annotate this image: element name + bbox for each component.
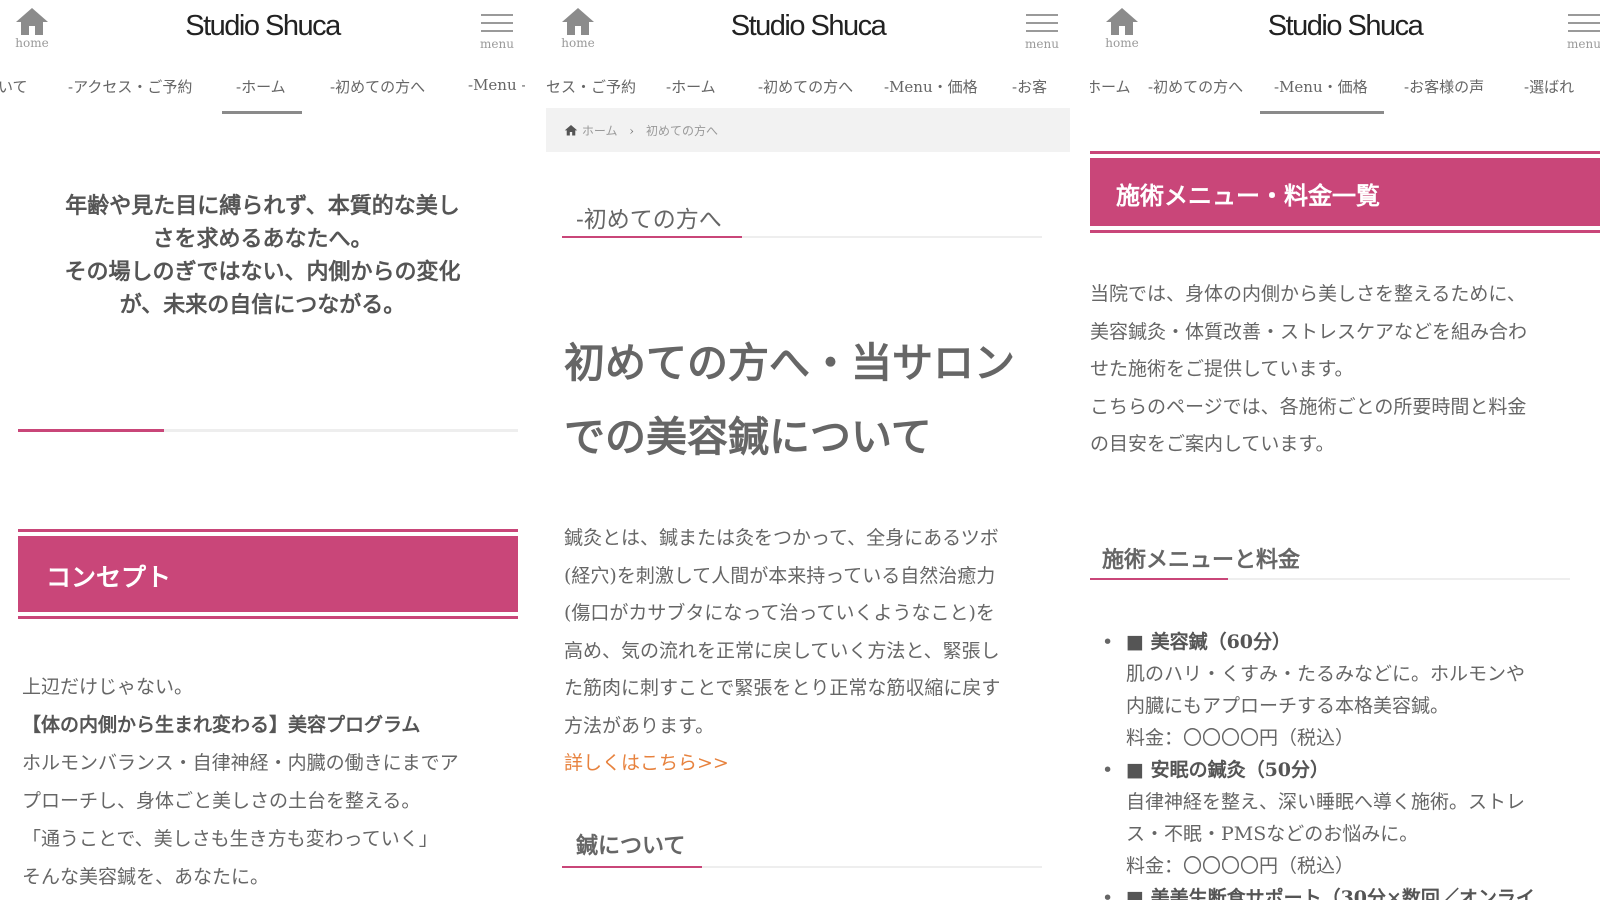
divider — [1090, 578, 1570, 580]
body-line: 上辺だけじゃない。 — [22, 676, 194, 698]
panel-menu-price: home Studio Shuca menu ホーム -初めての方へ -Menu… — [1090, 0, 1600, 900]
menu-intro: 当院では、身体の内側から美しさを整えるために、 美容鍼灸・体質改善・ストレスケア… — [1090, 276, 1600, 464]
hamburger-menu-icon — [1026, 14, 1058, 32]
panel-home: home Studio Shuca menu いて -アクセス・ご予約 -ホーム… — [0, 0, 525, 900]
divider — [562, 866, 1042, 868]
body-line: (経穴)を刺激して人間が本来持っている自然治癒力 — [564, 564, 996, 587]
panel-first-time: home Studio Shuca menu セス・ご予約 -ホーム -初めての… — [546, 0, 1070, 900]
nav-bar: ホーム -初めての方へ -Menu・価格 -お客様の声 -選ばれ — [1090, 62, 1600, 114]
nav-item-menu[interactable]: -Menu・価格 — [884, 76, 978, 111]
menu-item-title: ■ 美容鍼（60分） — [1126, 631, 1292, 653]
list-item: • ■ 美容鍼（60分） 肌のハリ・くすみ・たるみなどに。ホルモンや 内臓にもア… — [1100, 626, 1600, 754]
menu-item-title: ■ 安眠の鍼灸（50分） — [1126, 759, 1330, 781]
body-line: 高め、気の流れを正常に戻していく方法と、緊張し — [564, 639, 1000, 662]
read-more-link[interactable]: 詳しくはこちら>> — [564, 745, 1064, 783]
body-line: (傷口がカサブタになって治っていくようなこと)を — [564, 602, 995, 624]
body-line: せた施術をご提供しています。 — [1090, 358, 1354, 380]
menu-button[interactable]: menu — [1022, 8, 1062, 50]
hamburger-menu-icon — [481, 14, 513, 32]
crumb-home-icon — [564, 124, 578, 136]
body-line: 当院では、身体の内側から美しさを整えるために、 — [1090, 283, 1526, 305]
body-line: ホルモンバランス・自律神経・内臓の働きにまでア — [22, 752, 459, 774]
list-item: • ■ 安眠の鍼灸（50分） 自律神経を整え、深い睡眠へ導く施術。ストレ ス・不… — [1100, 754, 1600, 882]
chevron-right-icon: › — [629, 124, 635, 138]
nav-item-voice[interactable]: -お客 — [1012, 76, 1047, 111]
nav-item-first-time[interactable]: -初めての方へ — [330, 76, 425, 111]
site-logo[interactable]: Studio Shuca — [1090, 10, 1600, 43]
nav-item-voice[interactable]: -お客様の声 — [1404, 76, 1484, 111]
lead-line: 年齢や見た目に縛られず、本質的な美し — [65, 193, 460, 219]
lead-line: が、未来の自信につながる。 — [119, 292, 406, 318]
menu-label: menu — [1567, 37, 1600, 51]
lead-text: 年齢や見た目に縛られず、本質的な美し さを求めるあなたへ。 その場しのぎではない… — [0, 190, 525, 322]
body-line: 美容鍼灸・体質改善・ストレスケアなどを組み合わ — [1090, 320, 1528, 343]
menu-button[interactable]: menu — [477, 8, 517, 50]
menu-label: menu — [480, 37, 514, 51]
site-logo[interactable]: Studio Shuca — [546, 10, 1070, 43]
body-line: こちらのページでは、各施術ごとの所要時間と料金 — [1090, 395, 1527, 418]
nav-bar: セス・ご予約 -ホーム -初めての方へ -Menu・価格 -お客 — [546, 62, 1070, 114]
body-line: 「通うことで、美しさも生き方も変わっていく」 — [22, 828, 438, 850]
site-header: home Studio Shuca menu — [0, 0, 525, 62]
sub-title: 施術メニューと料金 — [1102, 547, 1301, 573]
menu-heading: 施術メニュー・料金一覧 — [1090, 151, 1600, 233]
intro-body: 鍼灸とは、鍼または灸をつかって、全身にあるツボ (経穴)を刺激して人間が本来持っ… — [564, 520, 1064, 783]
screenshot-collage: home Studio Shuca menu いて -アクセス・ご予約 -ホーム… — [0, 0, 1600, 900]
breadcrumb-home[interactable]: ホーム — [582, 124, 618, 138]
body-line: そんな美容鍼を、あなたに。 — [22, 866, 270, 888]
nav-item-home[interactable]: -ホーム — [666, 76, 716, 111]
lead-line: さを求めるあなたへ。 — [152, 226, 373, 252]
nav-item-access[interactable]: -アクセス・ご予約 — [68, 76, 192, 111]
site-logo[interactable]: Studio Shuca — [0, 10, 525, 43]
nav-item-menu[interactable]: -Menu - — [468, 76, 525, 108]
headline-line: 初めての方へ・当サロン — [564, 339, 1015, 387]
list-item: • ■ 美美生断食サポート（30分×数回／オンライ — [1100, 882, 1600, 900]
nav-item-reasons[interactable]: -選ばれ — [1524, 76, 1574, 111]
divider — [562, 236, 1042, 238]
nav-item-home[interactable]: ホーム — [1090, 76, 1131, 111]
concept-body: 上辺だけじゃない。 【体の内側から生まれ変わる】美容プログラム ホルモンバランス… — [22, 668, 522, 896]
menu-item-price: 料金：〇〇〇〇円（税込） — [1126, 727, 1355, 749]
divider — [18, 429, 518, 432]
nav-item-home[interactable]: -ホーム — [222, 76, 302, 114]
menu-item-price: 料金：〇〇〇〇円（税込） — [1126, 855, 1355, 877]
hamburger-menu-icon — [1568, 14, 1600, 32]
sub-title: 鍼について — [576, 833, 686, 859]
nav-item-menu[interactable]: -Menu・価格 — [1260, 76, 1384, 114]
nav-bar: いて -アクセス・ご予約 -ホーム -初めての方へ -Menu - — [0, 62, 525, 114]
body-line: た筋肉に刺すことで緊張をとり正常な筋収縮に戻す — [564, 677, 1001, 699]
body-line: 鍼灸とは、鍼または灸をつかって、全身にあるツボ — [564, 527, 999, 549]
site-header: home Studio Shuca menu — [546, 0, 1070, 62]
menu-item-line: 自律神経を整え、深い睡眠へ導く施術。ストレ — [1126, 791, 1526, 813]
nav-item-first-time[interactable]: -初めての方へ — [1148, 76, 1243, 111]
body-line: の目安をご案内しています。 — [1090, 433, 1335, 455]
breadcrumb: ホーム › 初めての方へ — [546, 108, 1070, 152]
menu-label: menu — [1025, 37, 1059, 51]
headline-line: での美容鍼について — [564, 413, 932, 461]
menu-item-line: 内臓にもアプローチする本格美容鍼。 — [1126, 695, 1450, 717]
body-line: プローチし、身体ごと美しさの土台を整える。 — [22, 790, 421, 812]
body-line: 方法があります。 — [564, 714, 715, 737]
menu-heading-title: 施術メニュー・料金一覧 — [1116, 181, 1380, 210]
menu-item-title: ■ 美美生断食サポート（30分×数回／オンライ — [1126, 887, 1535, 900]
menu-list: • ■ 美容鍼（60分） 肌のハリ・くすみ・たるみなどに。ホルモンや 内臓にもア… — [1100, 626, 1600, 900]
menu-item-line: ス・不眠・PMSなどのお悩みに。 — [1126, 823, 1419, 845]
concept-heading: コンセプト — [18, 529, 518, 619]
body-line-bold: 【体の内側から生まれ変わる】美容プログラム — [22, 714, 421, 736]
page-headline: 初めての方へ・当サロン での美容鍼について — [564, 326, 1064, 474]
nav-item-access[interactable]: セス・ご予約 — [546, 76, 636, 111]
concept-title: コンセプト — [46, 563, 172, 592]
lead-line: その場しのぎではない、内側からの変化 — [64, 259, 461, 285]
breadcrumb-current: 初めての方へ — [645, 124, 718, 138]
nav-item[interactable]: いて — [0, 76, 28, 111]
menu-button[interactable]: menu — [1564, 8, 1600, 50]
site-header: home Studio Shuca menu — [1090, 0, 1600, 62]
section-title: -初めての方へ — [576, 207, 722, 233]
menu-item-line: 肌のハリ・くすみ・たるみなどに。ホルモンや — [1126, 663, 1526, 685]
